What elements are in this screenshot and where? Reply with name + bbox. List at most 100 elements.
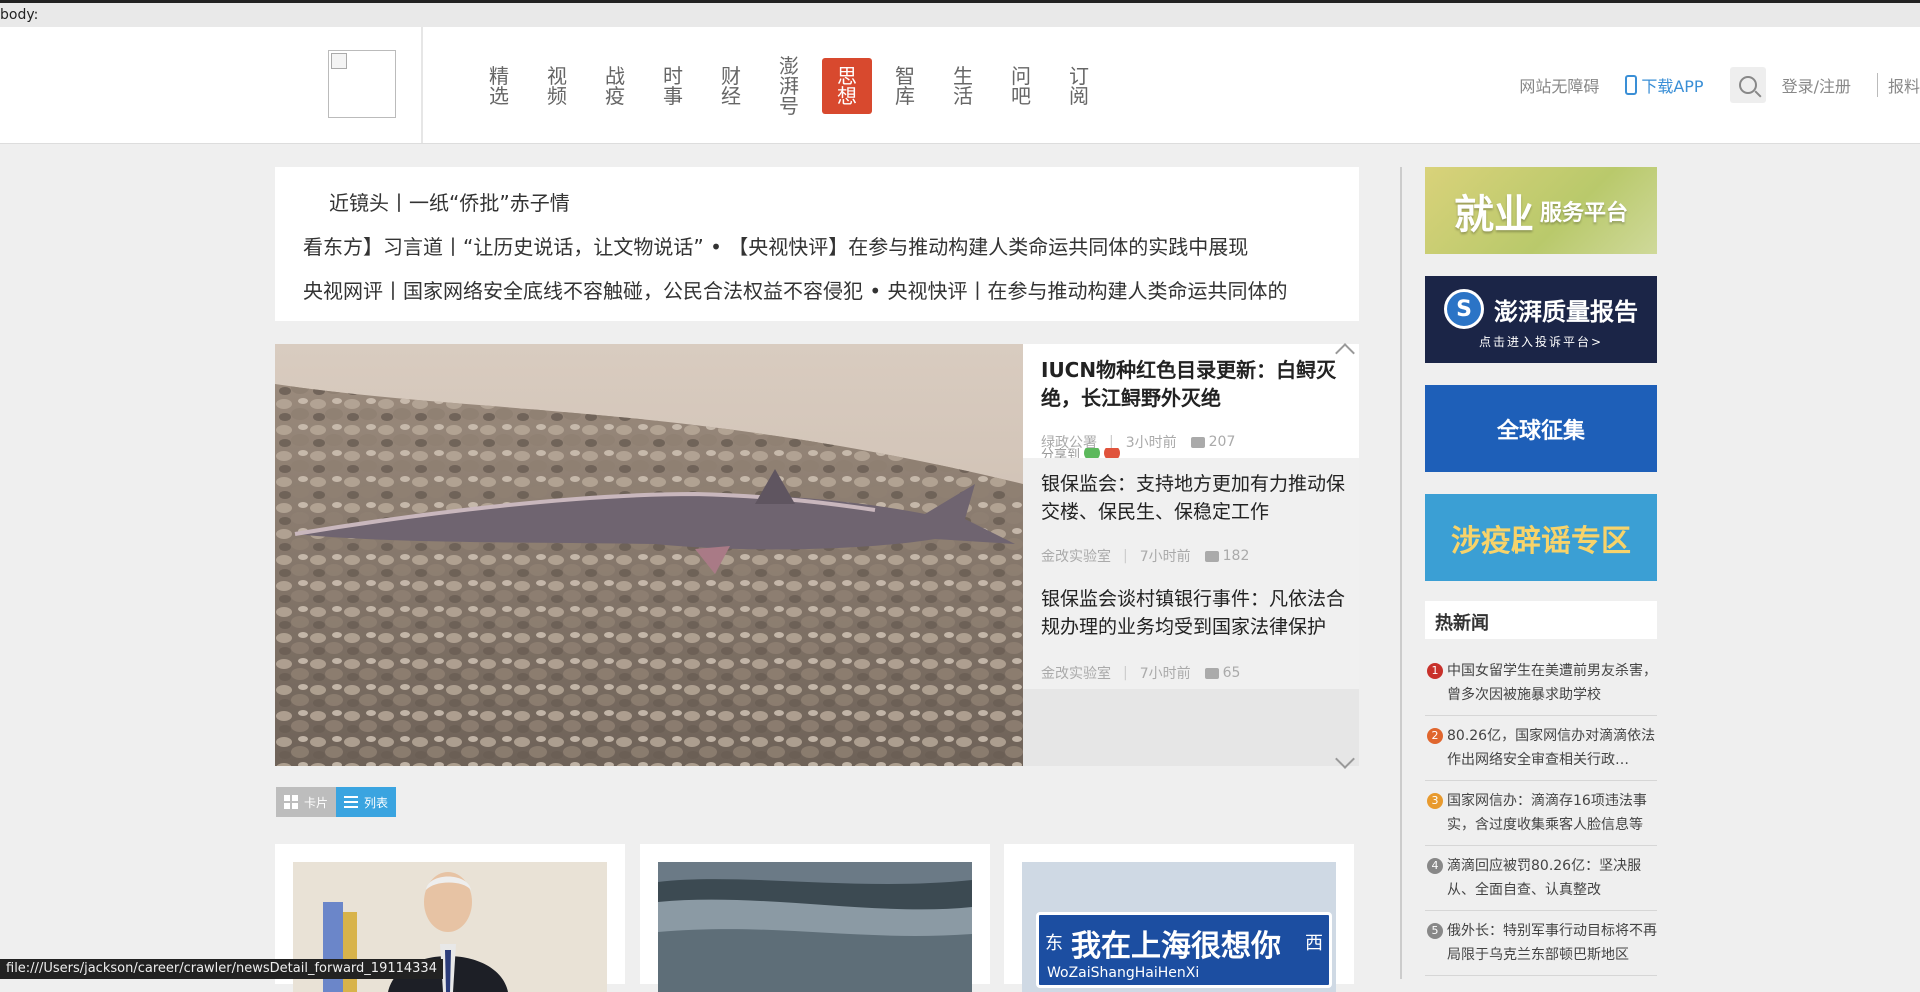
nav-item-1[interactable]: 视频 — [528, 51, 586, 121]
hot-news-item[interactable]: 1 中国女留学生在美遭前男友杀害，曾多次因被施暴求助学校 — [1425, 651, 1657, 716]
nav-item-8[interactable]: 生活 — [934, 51, 992, 121]
hero-news-item[interactable]: 银保监会：支持地方更加有力推动保交楼、保民生、保稳定工作 金改实验室 | 7小时前 18… — [1023, 458, 1359, 573]
site-logo[interactable] — [328, 50, 396, 118]
hot-news-list: 1 中国女留学生在美遭前男友杀害，曾多次因被施暴求助学校 2 80.26亿，国家网信办… — [1425, 651, 1657, 976]
hero-news-title[interactable]: 银保监会谈村镇银行事件：凡依法合规办理的业务均受到国家法律保护 — [1041, 585, 1346, 641]
quality-report-banner[interactable]: S 澎湃质量报告 点击进入投诉平台> — [1425, 276, 1657, 363]
hero-news-time: 7小时前 — [1139, 549, 1191, 565]
nav-item-10[interactable]: 订阅 — [1050, 51, 1108, 121]
weibo-icon[interactable] — [1104, 448, 1121, 458]
report-link[interactable]: 报料 — [1888, 73, 1920, 97]
nav-item-7[interactable]: 智库 — [876, 51, 934, 121]
site-header: 精选 视频 战疫 时事 财经 澎湃号 思想 智库 生活 问吧 订阅 网站无障碍 下载APP 登录/注… — [0, 27, 1920, 144]
ticker-fade — [1293, 275, 1333, 304]
hero-news-list: IUCN物种红色目录更新：白鲟灭绝，长江鲟野外灭绝 绿政公署 | 3小时前 207 分享到… — [1023, 344, 1359, 766]
debug-label: body: — [0, 3, 1920, 27]
hero-news-meta: 金改实验室 | 7小时前 65 — [1041, 663, 1240, 683]
hot-news-text: 80.26亿，国家网信办对滴滴依法作出网络安全审查相关行政… — [1447, 728, 1656, 768]
comment-icon — [1204, 667, 1219, 679]
header-divider — [421, 27, 423, 143]
hot-news-text: 中国女留学生在美遭前男友杀害，曾多次因被施暴求助学校 — [1447, 663, 1657, 703]
nav-item-label: 财经 — [721, 64, 741, 108]
employment-banner[interactable]: 就业 服务平台 — [1425, 167, 1657, 254]
download-app-label: 下载APP — [1641, 77, 1704, 96]
hero-news-source[interactable]: 金改实验室 — [1041, 663, 1111, 683]
road-sign-east: 东 — [1045, 933, 1063, 954]
news-card-3-image: 东 我在上海很想你 西 WoZaiShangHaiHenXi — [1022, 862, 1336, 992]
hot-news-header: 热新闻 — [1425, 601, 1657, 639]
column-divider — [1400, 167, 1402, 979]
ticker-line-2[interactable]: 看东方】习言道丨“让历史说话，让文物说话” • 【央视快评】在参与推动构建人类命… — [303, 231, 1333, 260]
nav-item-label: 澎湃号 — [779, 54, 799, 118]
news-card-3[interactable]: 东 我在上海很想你 西 WoZaiShangHaiHenXi — [1004, 844, 1354, 992]
nav-item-9[interactable]: 问吧 — [992, 51, 1050, 121]
hero-news-title[interactable]: 银保监会：支持地方更加有力推动保交楼、保民生、保稳定工作 — [1041, 470, 1346, 526]
nav-item-label: 生活 — [953, 64, 973, 108]
hero-news-meta: 金改实验室 | 7小时前 182 — [1041, 546, 1249, 566]
nav-item-label: 订阅 — [1069, 64, 1089, 108]
nav-item-label: 时事 — [663, 64, 683, 108]
hot-news-item[interactable]: 3 国家网信办：滴滴存16项违法事实，含过度收集乘客人脸信息等 — [1425, 781, 1657, 846]
hot-rank-badge: 3 — [1427, 793, 1443, 809]
hot-news-item[interactable]: 4 滴滴回应被罚80.26亿：坚决服从、全面自查、认真整改 — [1425, 846, 1657, 911]
hot-rank-badge: 2 — [1427, 728, 1443, 744]
road-sign-west: 西 — [1305, 933, 1323, 954]
view-toggle: 卡片 列表 — [276, 787, 397, 817]
hero-news-item[interactable]: 银保监会谈村镇银行事件：凡依法合规办理的业务均受到国家法律保护 金改实验室 | 7小时… — [1023, 573, 1359, 689]
hero-news-comments: 207 — [1208, 434, 1236, 450]
share-row: 分享到 — [1041, 448, 1121, 458]
hero-news-item[interactable]: IUCN物种红色目录更新：白鲟灭绝，长江鲟野外灭绝 绿政公署 | 3小时前 207 分享到 — [1023, 344, 1359, 458]
header-actions: 网站无障碍 下载APP 登录/注册 报料 — [1519, 67, 1920, 103]
road-sign-text: 我在上海很想你 — [1071, 929, 1281, 964]
nav-item-5[interactable]: 澎湃号 — [760, 51, 818, 121]
nav-item-label: 思想 — [822, 58, 872, 114]
hot-rank-badge: 1 — [1427, 663, 1443, 679]
ticker-line-3[interactable]: 央视网评丨国家网络安全底线不容触碰，公民合法权益不容侵犯 • 央视快评丨在参与推… — [303, 275, 1333, 304]
search-icon — [1738, 76, 1757, 94]
hot-news-item[interactable]: 2 80.26亿，国家网信办对滴滴依法作出网络安全审查相关行政… — [1425, 716, 1657, 781]
nav-item-4[interactable]: 财经 — [702, 51, 760, 121]
meta-separator: | — [1123, 665, 1128, 681]
hero-news-title[interactable]: IUCN物种红色目录更新：白鲟灭绝，长江鲟野外灭绝 — [1041, 356, 1346, 412]
nav-item-label: 问吧 — [1011, 64, 1031, 108]
right-sidebar: 就业 服务平台 S 澎湃质量报告 点击进入投诉平台> 全球征集 涉疫辟谣专区 热新闻… — [1425, 167, 1657, 976]
comment-icon — [1204, 550, 1219, 562]
header-separator — [1876, 73, 1878, 97]
search-button[interactable] — [1729, 67, 1766, 103]
hero-image-paddlefish[interactable] — [275, 344, 1023, 766]
list-view-label: 列表 — [364, 795, 389, 810]
nav-item-label: 战疫 — [605, 64, 625, 108]
paddlefish-photo — [275, 344, 1023, 766]
card-view-button[interactable]: 卡片 — [276, 787, 337, 817]
meta-separator: | — [1123, 548, 1128, 564]
global-collection-title: 全球征集 — [1496, 418, 1585, 444]
login-link[interactable]: 登录/注册 — [1782, 73, 1851, 97]
nav-item-3[interactable]: 时事 — [644, 51, 702, 121]
hot-rank-badge: 5 — [1427, 923, 1443, 939]
grid-icon — [284, 795, 298, 809]
rumor-zone-banner[interactable]: 涉疫辟谣专区 — [1425, 494, 1657, 581]
nav-item-6[interactable]: 思想 — [818, 51, 876, 121]
download-app-link[interactable]: 下载APP — [1625, 73, 1704, 97]
hot-news-item[interactable]: 5 俄外长：特别军事行动目标将不再局限于乌克兰东部顿巴斯地区 — [1425, 911, 1657, 976]
headline-ticker: 近镜头丨一纸“侨批”赤子情 看东方】习言道丨“让历史说话，让文物说话” • 【央… — [275, 167, 1359, 321]
nav-item-label: 智库 — [895, 64, 915, 108]
quality-report-sub: 点击进入投诉平台> — [1478, 335, 1604, 349]
hero-news-comments: 65 — [1222, 665, 1241, 681]
hot-news-text: 国家网信办：滴滴存16项违法事实，含过度收集乘客人脸信息等 — [1447, 793, 1647, 833]
list-view-button[interactable]: 列表 — [336, 787, 397, 817]
hero-news-source[interactable]: 金改实验室 — [1041, 546, 1111, 566]
nav-item-0[interactable]: 精选 — [470, 51, 528, 121]
news-card-2[interactable] — [640, 844, 990, 992]
global-collection-banner[interactable]: 全球征集 — [1425, 385, 1657, 472]
phone-icon — [1625, 75, 1638, 95]
ticker-line-2-text: 看东方】习言道丨“让历史说话，让文物说话” • 【央视快评】在参与推动构建人类命… — [303, 235, 1249, 259]
quality-report-title: 澎湃质量报告 — [1494, 297, 1638, 326]
nav-item-2[interactable]: 战疫 — [586, 51, 644, 121]
ticker-line-3-text: 央视网评丨国家网络安全底线不容触碰，公民合法权益不容侵犯 • 央视快评丨在参与推… — [303, 279, 1288, 303]
employment-banner-sub: 服务平台 — [1539, 200, 1628, 226]
ticker-line-1[interactable]: 近镜头丨一纸“侨批”赤子情 — [329, 187, 1339, 216]
hero-carousel: IUCN物种红色目录更新：白鲟灭绝，长江鲟野外灭绝 绿政公署 | 3小时前 207 分享到… — [275, 343, 1359, 769]
accessibility-link[interactable]: 网站无障碍 — [1519, 73, 1599, 97]
wechat-icon[interactable] — [1084, 448, 1101, 458]
